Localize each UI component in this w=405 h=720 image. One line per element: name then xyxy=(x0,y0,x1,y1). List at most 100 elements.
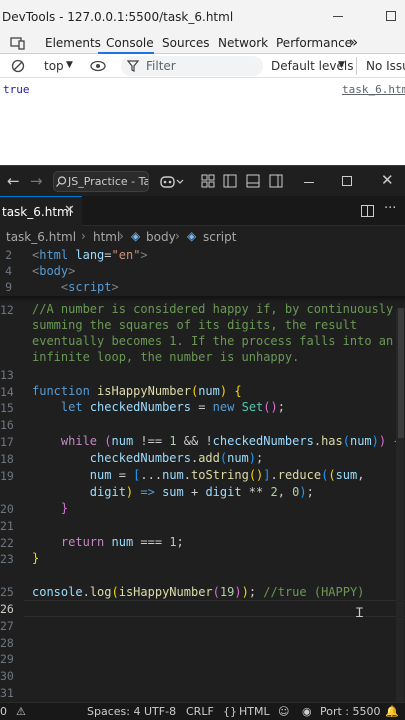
code-line: } xyxy=(60,501,69,515)
live-server-port[interactable]: Port : 5500 xyxy=(320,705,381,718)
code-line: checkedNumbers.add(num); xyxy=(89,451,264,465)
line-number: 23 xyxy=(0,552,14,566)
forward-arrow-icon[interactable]: → xyxy=(30,172,43,190)
status-bar: 0 ⚠ Spaces: 4 UTF-8 CRLF {} HTML ☺ ◉ Por… xyxy=(0,702,405,720)
code-line: <html lang="en"> xyxy=(32,248,148,262)
line-number: 28 xyxy=(0,636,14,650)
line-number: 25 xyxy=(0,585,14,599)
line-number: 14 xyxy=(0,385,14,399)
line-number: 29 xyxy=(0,652,14,666)
split-editor-icon[interactable] xyxy=(361,205,374,217)
clear-console-icon[interactable] xyxy=(11,59,25,73)
breadcrumb-file[interactable]: task_6.html xyxy=(6,230,76,244)
text-cursor-icon: Ｉ xyxy=(353,606,367,621)
search-icon xyxy=(56,176,67,187)
line-number: 15 xyxy=(0,401,14,415)
code-line: num = [...num.toString()].reduce((sum, xyxy=(89,468,365,482)
code-line: <body> xyxy=(32,264,76,278)
more-tabs-icon[interactable]: » xyxy=(349,33,358,51)
close-icon[interactable]: ✕ xyxy=(381,171,394,189)
toggle-sidebar-icon[interactable] xyxy=(223,174,237,188)
line-number: 20 xyxy=(0,502,14,516)
tab-network[interactable]: Network xyxy=(218,36,268,50)
tab-performance[interactable]: Performance xyxy=(276,36,352,50)
code-line: eventually becomes 1. If the process fal… xyxy=(32,334,394,348)
code-line: //A number is considered happy if, by co… xyxy=(32,302,394,316)
scrollbar-thumb[interactable] xyxy=(398,308,404,438)
issues-counter[interactable]: No Issue xyxy=(366,59,405,73)
eye-icon[interactable] xyxy=(90,60,106,72)
code-line: let checkedNumbers = new Set(); xyxy=(60,400,285,414)
code-line: digit) => sum + digit ** 2, 0); xyxy=(89,485,314,499)
search-text: JS_Practice - Tasks xyxy=(68,175,148,188)
breadcrumb: task_6.html › html › ◈ body › ◈ script xyxy=(0,226,405,248)
indentation-setting[interactable]: Spaces: 4 xyxy=(87,705,140,718)
tab-elements[interactable]: Elements xyxy=(45,36,101,50)
minimize-icon[interactable] xyxy=(333,16,343,17)
maximize-icon[interactable] xyxy=(386,11,396,21)
tab-console[interactable]: Console xyxy=(106,36,154,50)
line-number: 18 xyxy=(0,452,14,466)
toggle-panel-icon[interactable] xyxy=(246,174,260,188)
breadcrumb-html[interactable]: html xyxy=(93,230,120,244)
filter-icon xyxy=(127,60,139,72)
customize-layout-icon[interactable] xyxy=(201,174,215,188)
toolbar-divider xyxy=(356,57,357,75)
console-output-area[interactable]: true task_6.html xyxy=(0,78,405,165)
line-number: 13 xyxy=(0,368,14,382)
code-line: infinite loop, the number is unhappy. xyxy=(32,350,300,364)
editor-tab-bar: task_6.html ✕ ··· xyxy=(0,196,405,226)
encoding-setting[interactable]: UTF-8 xyxy=(144,705,176,718)
devtools-tab-bar: Elements Console Sources Network Perform… xyxy=(0,33,405,54)
line-number: 26 xyxy=(0,602,14,616)
chevron-right-icon: › xyxy=(81,229,86,243)
vscode-title-bar: ← → JS_Practice - Tasks ✕ xyxy=(0,165,405,196)
line-number-gutter: 2 4 9 12 13 14 15 16 17 18 19 20 21 22 2… xyxy=(0,248,24,702)
code-line: return num === 1; xyxy=(60,535,184,549)
tab-sources[interactable]: Sources xyxy=(162,36,209,50)
code-line: <script> xyxy=(60,280,119,294)
copilot-icon[interactable] xyxy=(160,174,184,189)
minimize-icon[interactable] xyxy=(304,182,314,183)
devtools-title-bar: DevTools - 127.0.0.1:5500/task_6.html xyxy=(0,0,405,33)
error-count[interactable]: 0 xyxy=(0,705,7,718)
command-center-search[interactable]: JS_Practice - Tasks xyxy=(53,171,149,192)
console-source-link[interactable]: task_6.html xyxy=(342,83,405,96)
device-toolbar-icon[interactable] xyxy=(10,36,26,50)
back-arrow-icon[interactable]: ← xyxy=(7,172,20,190)
line-number: 16 xyxy=(0,418,14,432)
filter-input[interactable]: Filter xyxy=(121,56,263,76)
copilot-status-icon[interactable]: ☺ xyxy=(278,705,289,718)
chevron-right-icon: › xyxy=(119,229,124,243)
line-number: 31 xyxy=(0,686,14,700)
element-icon: ◈ xyxy=(131,229,141,243)
chevron-down-icon: ▼ xyxy=(66,60,73,70)
line-number: 21 xyxy=(0,519,14,533)
language-mode[interactable]: HTML xyxy=(239,705,270,718)
tab-label: task_6.html xyxy=(2,205,73,219)
maximize-icon[interactable] xyxy=(342,176,352,186)
chevron-right-icon: › xyxy=(175,229,180,243)
code-line: while (num !== 1 && !checkedNumbers.has(… xyxy=(60,434,401,448)
code-line: console.log(isHappyNumber(19)); //true (… xyxy=(32,585,365,599)
console-toolbar: top ▼ Filter Default levels ▼ No Issue xyxy=(0,54,405,78)
more-actions-icon[interactable]: ··· xyxy=(384,201,396,216)
breadcrumb-script[interactable]: script xyxy=(203,230,236,244)
line-number: 17 xyxy=(0,435,14,449)
code-editor[interactable]: 2 4 9 12 13 14 15 16 17 18 19 20 21 22 2… xyxy=(0,248,405,702)
breadcrumb-body[interactable]: body xyxy=(146,230,176,244)
context-selector[interactable]: top xyxy=(44,59,64,73)
braces-icon: {} xyxy=(223,705,237,718)
close-icon[interactable]: ✕ xyxy=(64,203,75,218)
chevron-down-icon: ▼ xyxy=(338,60,345,70)
tab-task-6-html[interactable]: task_6.html ✕ xyxy=(0,196,82,226)
toggle-secondary-sidebar-icon[interactable] xyxy=(269,174,283,188)
line-number: 4 xyxy=(5,264,12,278)
line-number: 30 xyxy=(0,669,14,683)
broadcast-icon: ◉ xyxy=(302,705,312,718)
eol-setting[interactable]: CRLF xyxy=(186,705,214,718)
line-number: 9 xyxy=(5,280,12,294)
code-line: } xyxy=(32,551,40,565)
notifications-bell-icon[interactable]: 🔔 xyxy=(385,705,399,718)
line-number: 2 xyxy=(5,248,12,262)
